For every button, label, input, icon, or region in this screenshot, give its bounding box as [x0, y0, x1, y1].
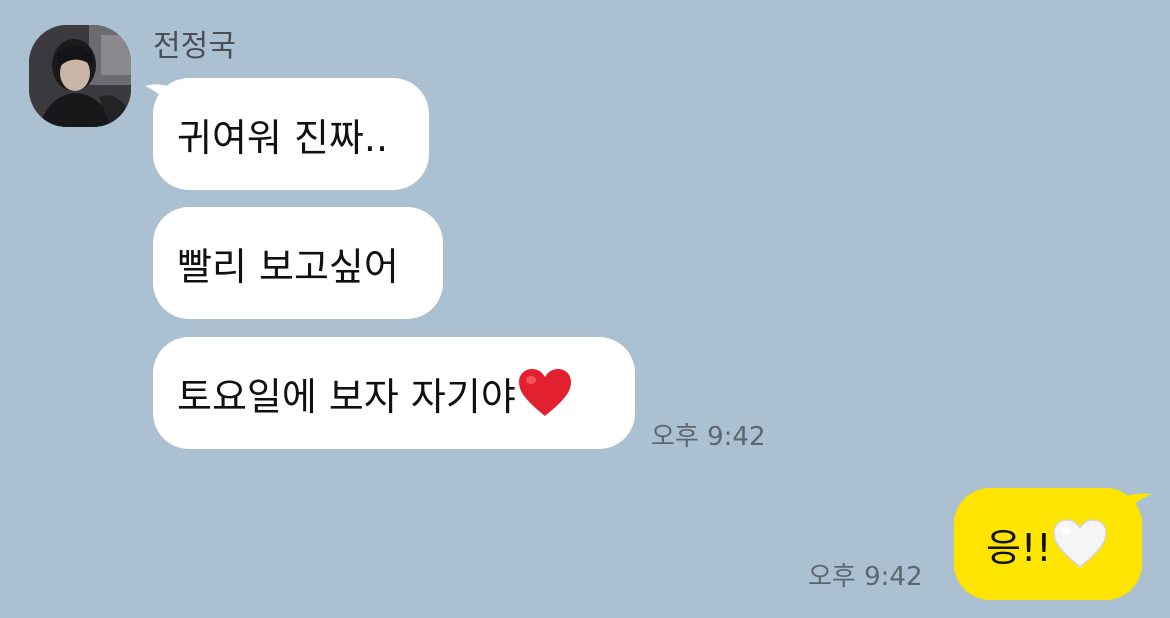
- incoming-message-3[interactable]: 토요일에 보자 자기야: [153, 337, 635, 449]
- red-heart-icon: [518, 368, 572, 418]
- outgoing-message-1[interactable]: 응!!: [954, 488, 1142, 600]
- message-text: 응!!: [986, 525, 1052, 570]
- incoming-message-2[interactable]: 빨리 보고싶어: [153, 207, 443, 319]
- avatar-photo: [29, 25, 131, 127]
- message-text: 토요일에 보자 자기야: [177, 374, 516, 419]
- message-timestamp: 오후 9:42: [808, 562, 923, 592]
- message-text: 빨리 보고싶어: [177, 244, 399, 289]
- message-text: 귀여워 진짜..: [177, 115, 389, 160]
- message-timestamp: 오후 9:42: [651, 422, 766, 452]
- incoming-message-1[interactable]: 귀여워 진짜..: [153, 78, 429, 190]
- sender-name: 전정국: [153, 29, 236, 64]
- white-heart-icon: [1053, 519, 1108, 569]
- sender-avatar[interactable]: [29, 25, 131, 127]
